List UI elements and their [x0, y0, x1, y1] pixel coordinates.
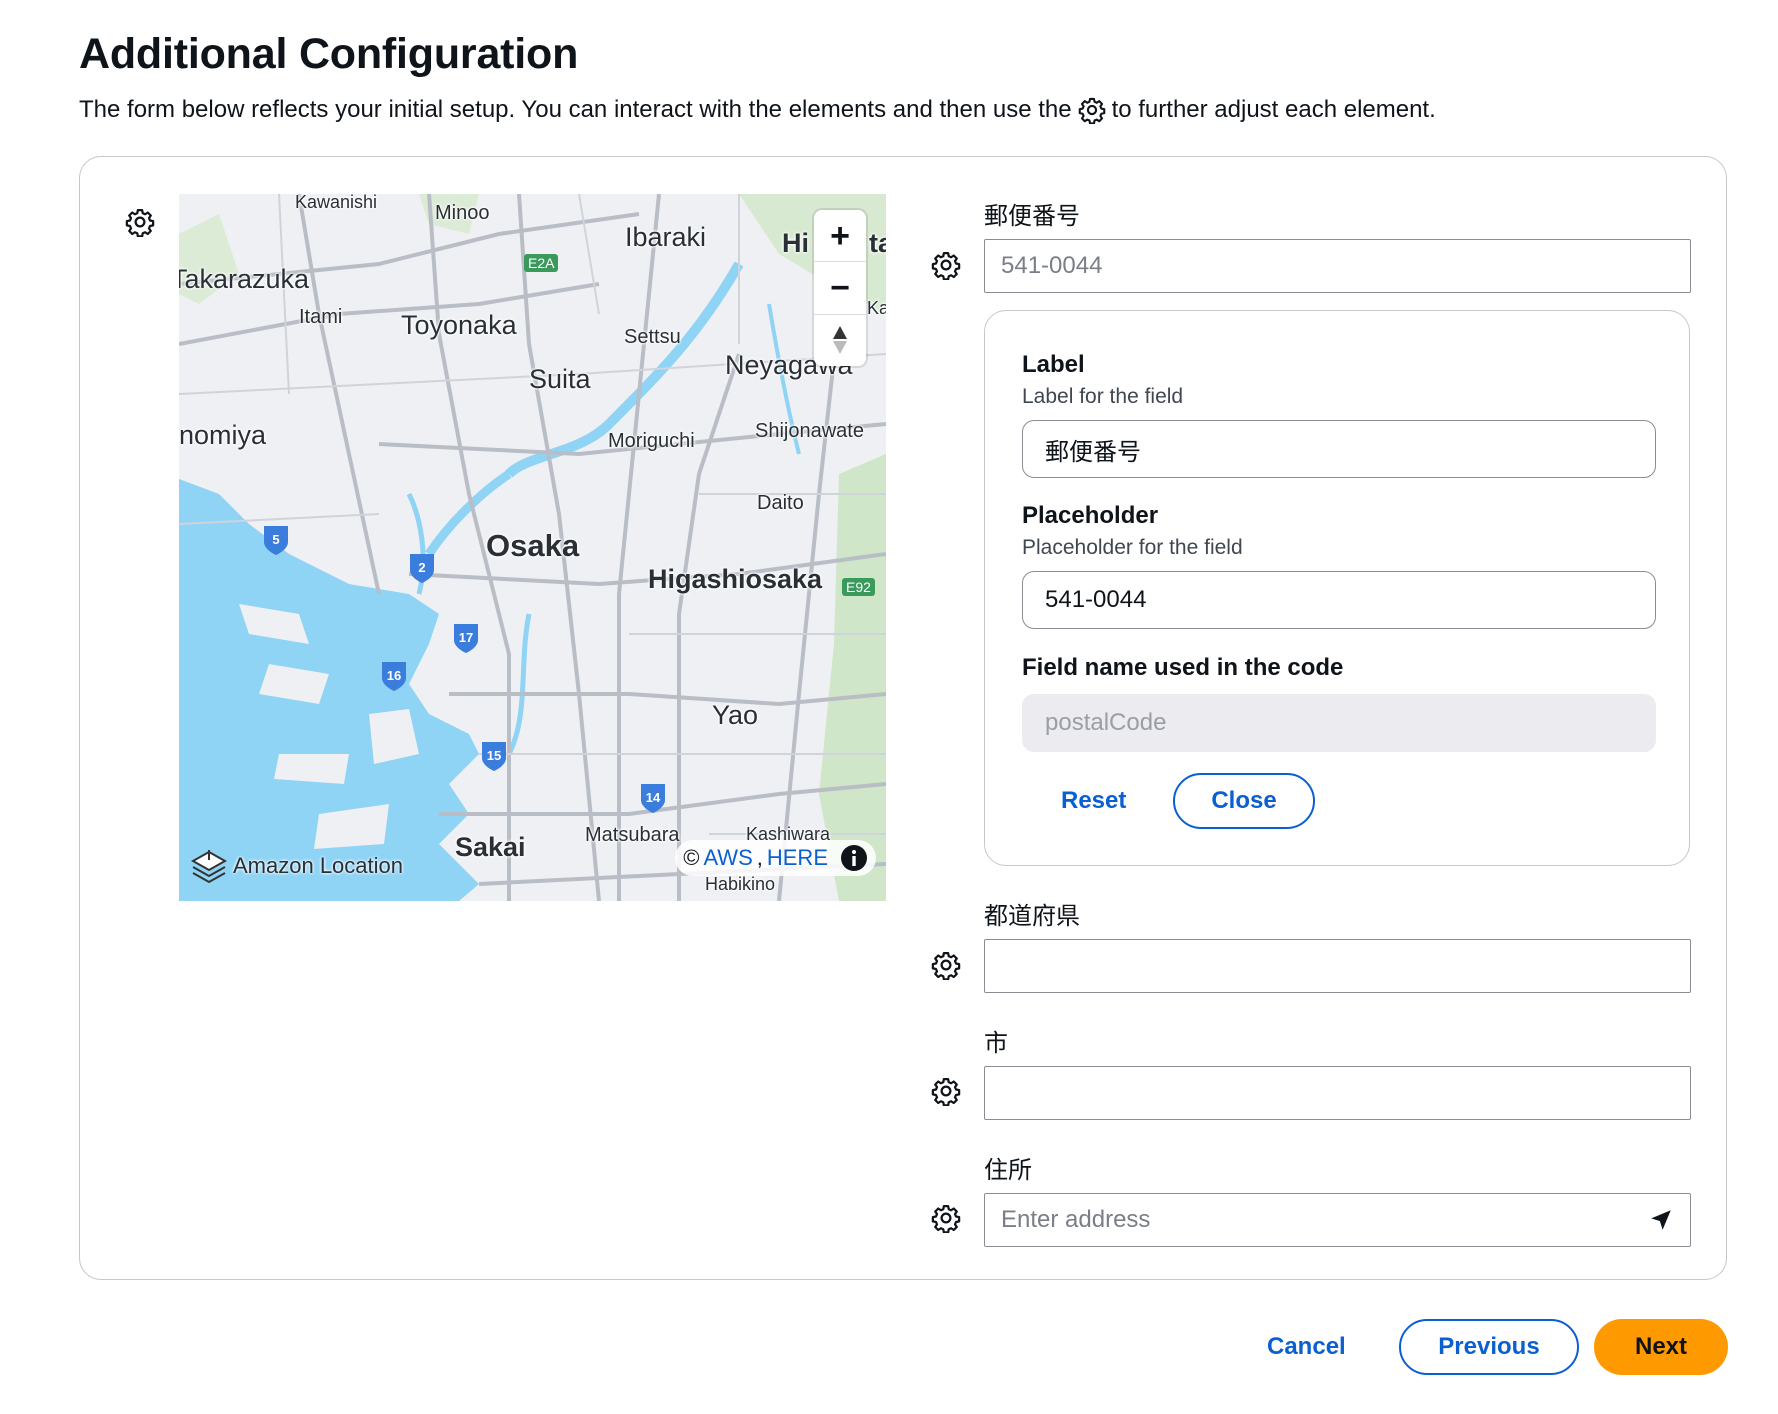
plus-icon: +	[830, 216, 850, 255]
page-description: The form below reflects your initial set…	[79, 96, 1436, 124]
popover-label-description: Label for the field	[1022, 385, 1184, 408]
map-label: Matsubara	[585, 824, 680, 846]
svg-text:2: 2	[418, 560, 425, 575]
postal-code-input[interactable]: 541-0044	[984, 239, 1691, 293]
popover-placeholder-title: Placeholder	[1022, 502, 1159, 529]
attribution-logo-text: Amazon Location	[233, 853, 403, 878]
expressway-badge: E92	[842, 578, 875, 596]
zoom-out-button[interactable]: −	[814, 262, 866, 315]
map-label: Kawanishi	[295, 194, 378, 212]
route-shield-icon: 14	[638, 782, 668, 814]
route-shield-icon: 16	[379, 660, 409, 692]
navigation-arrow-icon[interactable]	[1648, 1207, 1674, 1233]
map-label: Itami	[299, 306, 343, 328]
city-input[interactable]	[984, 1066, 1691, 1120]
postal-code-settings-gear-icon[interactable]	[931, 250, 961, 280]
info-icon[interactable]	[840, 844, 868, 872]
svg-text:14: 14	[646, 790, 661, 805]
map-label: Moriguchi	[608, 430, 695, 452]
map-label: Hi	[782, 228, 809, 258]
svg-text:5: 5	[272, 532, 279, 547]
map-view[interactable]: Kawanishi Minoo Ibaraki Hi ta Takarazuka…	[179, 194, 886, 901]
previous-button[interactable]: Previous	[1399, 1319, 1579, 1375]
address-input[interactable]: Enter address	[984, 1193, 1691, 1247]
map-label: Shijonawate	[755, 420, 864, 442]
aws-attribution-link[interactable]: AWS	[703, 845, 752, 871]
map-label: Settsu	[624, 326, 681, 348]
prefecture-settings-gear-icon[interactable]	[931, 950, 961, 980]
popover-fieldname-input: postalCode	[1022, 694, 1656, 752]
city-label: 市	[984, 1030, 1008, 1057]
map-label: Nishinomiya	[179, 420, 267, 450]
map-attribution: © AWS, HERE	[675, 840, 876, 876]
address-settings-gear-icon[interactable]	[931, 1203, 961, 1233]
copyright-symbol: ©	[683, 845, 700, 870]
postal-code-placeholder: 541-0044	[1001, 252, 1103, 279]
compass-button[interactable]	[814, 315, 866, 366]
map-label: Suita	[529, 364, 591, 394]
popover-fieldname-value: postalCode	[1045, 709, 1167, 736]
here-attribution-link[interactable]: HERE	[767, 845, 828, 871]
postal-code-label: 郵便番号	[984, 203, 1080, 230]
reset-button[interactable]: Reset	[1061, 787, 1126, 815]
map-label: Osaka	[486, 528, 580, 563]
route-shield-icon: 5	[261, 524, 291, 556]
attribution-separator: ,	[756, 845, 763, 870]
route-shield-icon: 2	[407, 552, 437, 584]
map-label: Takarazuka	[179, 264, 310, 294]
description-text-before: The form below reflects your initial set…	[79, 96, 1072, 123]
field-settings-popover: Label Label for the field 郵便番号 Placehold…	[984, 310, 1690, 866]
map-label: Toyonaka	[401, 310, 517, 340]
route-shield-icon: 17	[451, 622, 481, 654]
map-label: ta	[869, 228, 886, 258]
popover-label-title: Label	[1022, 351, 1085, 378]
map-label: Ibaraki	[625, 222, 707, 252]
map-attribution-logo: Amazon Location	[189, 848, 403, 884]
minus-icon: −	[830, 268, 850, 307]
map-label: Higashiosaka	[648, 564, 823, 594]
map-label: Minoo	[435, 202, 490, 224]
route-shield-icon: 15	[479, 740, 509, 772]
prefecture-label: 都道府県	[984, 903, 1080, 930]
popover-label-input[interactable]: 郵便番号	[1022, 420, 1656, 478]
compass-icon	[833, 326, 847, 355]
page-title: Additional Configuration	[79, 30, 579, 78]
address-placeholder: Enter address	[1001, 1206, 1151, 1233]
popover-placeholder-input[interactable]: 541-0044	[1022, 571, 1656, 629]
map-label: Ka	[867, 298, 886, 318]
map-label: Sakai	[455, 832, 526, 862]
svg-text:15: 15	[487, 748, 501, 763]
map-label: Yao	[712, 700, 759, 730]
cancel-button[interactable]: Cancel	[1267, 1333, 1346, 1361]
popover-label-value: 郵便番号	[1045, 438, 1141, 466]
popover-placeholder-description: Placeholder for the field	[1022, 536, 1243, 559]
address-label: 住所	[984, 1157, 1032, 1184]
close-button[interactable]: Close	[1173, 773, 1315, 829]
city-settings-gear-icon[interactable]	[931, 1076, 961, 1106]
next-button[interactable]: Next	[1594, 1319, 1728, 1375]
map-navigation-control: + −	[814, 210, 866, 366]
expressway-badge: E2A	[524, 254, 559, 272]
amazon-location-logo-icon	[190, 850, 228, 884]
svg-text:17: 17	[459, 630, 473, 645]
description-text-after: to further adjust each element.	[1111, 96, 1436, 123]
svg-text:16: 16	[387, 668, 401, 683]
gear-icon	[1078, 96, 1106, 124]
map-label: Habikino	[705, 874, 776, 894]
map-settings-gear-icon[interactable]	[125, 207, 155, 237]
popover-fieldname-title: Field name used in the code	[1022, 654, 1344, 681]
prefecture-input[interactable]	[984, 939, 1691, 993]
popover-placeholder-value: 541-0044	[1045, 586, 1147, 613]
map-label: Daito	[757, 492, 804, 514]
zoom-in-button[interactable]: +	[814, 210, 866, 263]
